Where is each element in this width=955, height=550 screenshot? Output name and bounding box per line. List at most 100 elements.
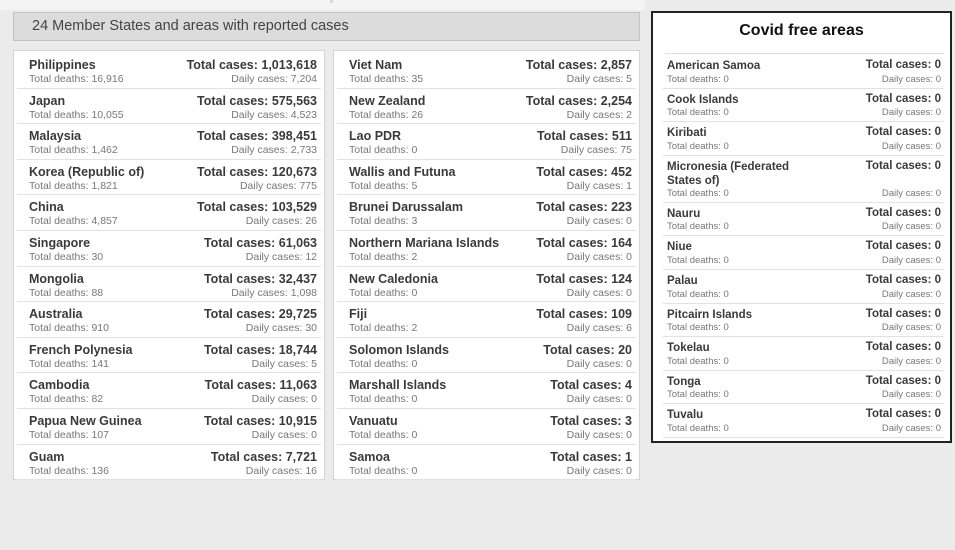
total-cases: Total cases: 124 [536,271,632,286]
total-deaths: Total deaths: 0 [667,187,729,199]
country-row[interactable]: Wallis and Futuna Total cases: 452 Total d… [337,160,636,196]
total-deaths: Total deaths: 0 [667,288,729,300]
covid-free-row[interactable]: Nauru Total cases: 0 Total deaths: 0 Daily … [663,203,944,237]
country-row[interactable]: Australia Total cases: 29,725 Total deaths… [17,302,321,338]
covid-free-row[interactable]: Kiribati Total cases: 0 Total deaths: 0 Dai… [663,122,944,156]
country-row[interactable]: Fiji Total cases: 109 Total deaths: 2 Daily… [337,302,636,338]
country-row[interactable]: China Total cases: 103,529 Total deaths: 4… [17,195,321,231]
country-name: Japan [29,93,66,108]
country-name: China [29,200,64,215]
covid-free-row[interactable]: American Samoa Total cases: 0 Total deaths… [663,55,944,89]
country-row[interactable]: Northern Mariana Islands Total cases: 164… [337,231,636,267]
total-deaths: Total deaths: 136 [29,464,109,477]
total-deaths: Total deaths: 0 [667,389,729,401]
country-name: Philippines [29,58,96,72]
total-cases: Total cases: 398,451 [197,129,317,144]
covid-free-row[interactable]: Cook Islands Total cases: 0 Total deaths: … [663,89,944,123]
country-name: Northern Mariana Islands [349,236,500,250]
total-cases: Total cases: 11,063 [204,378,317,393]
area-name: Nauru [667,207,701,220]
total-deaths: Total deaths: 0 [667,140,729,152]
country-name: Fiji [349,307,368,322]
country-row[interactable]: Korea (Republic of) Total cases: 120,673 T… [17,160,321,196]
area-name: American Samoa [667,60,761,72]
daily-cases: Daily cases: 0 [566,393,632,406]
daily-cases: Daily cases: 0 [566,286,632,299]
area-name: Tokelau [667,342,710,355]
total-deaths: Total deaths: 141 [29,357,109,370]
area-name: Micronesia (Federated States of) [667,160,790,187]
daily-cases: Daily cases: 0 [566,357,632,370]
country-row[interactable]: Lao PDR Total cases: 511 Total deaths: 0 Da… [337,124,636,160]
area-name: Tonga [667,375,701,388]
total-cases: Total cases: 2,857 [525,58,632,72]
covid-free-row[interactable]: Tonga Total cases: 0 Total deaths: 0 Daily … [663,371,944,405]
total-deaths: Total deaths: 5 [349,179,418,192]
country-row[interactable]: Philippines Total cases: 1,013,618 Total d… [17,53,321,89]
total-deaths: Total deaths: 0 [667,221,729,233]
country-name: Malaysia [29,129,82,144]
total-deaths: Total deaths: 0 [667,355,729,367]
reported-list-column-2[interactable]: Viet Nam Total cases: 2,857 Total deaths: … [333,50,640,481]
top-strip-divider [330,0,333,3]
total-cases: Total cases: 3 [550,414,632,428]
total-deaths: Total deaths: 4,857 [29,215,118,228]
country-row[interactable]: New Zealand Total cases: 2,254 Total death… [337,89,636,125]
country-row[interactable]: Vanuatu Total cases: 3 Total deaths: 0 Dail… [337,409,636,445]
country-row[interactable]: Singapore Total cases: 61,063 Total deaths… [17,231,321,267]
covid-free-row[interactable]: Niue Total cases: 0 Total deaths: 0 Daily c… [663,236,944,270]
total-deaths: Total deaths: 0 [667,254,729,266]
country-name: Brunei Darussalam [349,200,463,215]
total-deaths: Total deaths: 88 [29,286,104,299]
area-name: Cook Islands [667,93,739,106]
total-deaths: Total deaths: 0 [349,393,418,406]
area-name: Tuvalu [667,409,704,422]
daily-cases: Daily cases: 16 [245,464,317,477]
country-row[interactable]: French Polynesia Total cases: 18,744 Total… [17,338,321,374]
country-name: Viet Nam [349,58,403,72]
covid-free-row[interactable]: Palau Total cases: 0 Total deaths: 0 Daily … [663,270,944,304]
country-row[interactable]: Malaysia Total cases: 398,451 Total deaths… [17,124,321,160]
country-row[interactable]: Japan Total cases: 575,563 Total deaths: 1… [17,89,321,125]
country-row[interactable]: Solomon Islands Total cases: 20 Total deat… [337,338,636,374]
covid-free-row[interactable]: Pitcairn Islands Total cases: 0 Total deat… [663,304,944,338]
covid-free-row[interactable]: Micronesia (Federated States of) Total ca… [663,156,944,203]
total-cases: Total cases: 120,673 [197,164,317,179]
total-cases: Total cases: 0 [865,307,941,320]
total-cases: Total cases: 0 [865,240,941,253]
covid-free-panel: Covid free areas American Samoa Total cas… [651,11,952,443]
covid-free-row[interactable]: Tuvalu Total cases: 0 Total deaths: 0 Daily… [663,404,944,438]
country-row[interactable]: Papua New Guinea Total cases: 10,915 Total… [17,409,321,445]
country-row[interactable]: New Caledonia Total cases: 124 Total death… [337,267,636,303]
daily-cases: Daily cases: 0 [881,355,941,367]
daily-cases: Daily cases: 12 [245,251,317,263]
total-cases: Total cases: 0 [865,159,941,172]
country-row[interactable]: Samoa Total cases: 1 Total deaths: 0 Daily … [337,445,636,481]
area-name: Niue [667,241,692,254]
daily-cases: Daily cases: 75 [560,144,632,157]
total-deaths: Total deaths: 16,916 [29,73,124,85]
country-row[interactable]: Guam Total cases: 7,721 Total deaths: 136 D… [17,445,321,481]
total-cases: Total cases: 511 [537,129,632,144]
country-row[interactable]: Viet Nam Total cases: 2,857 Total deaths: … [337,53,636,89]
total-deaths: Total deaths: 1,821 [29,179,118,192]
daily-cases: Daily cases: 26 [245,215,317,228]
daily-cases: Daily cases: 0 [881,140,941,152]
country-row[interactable]: Cambodia Total cases: 11,063 Total deaths:… [17,373,321,409]
country-row[interactable]: Mongolia Total cases: 32,437 Total deaths:… [17,267,321,303]
daily-cases: Daily cases: 0 [881,187,941,199]
country-name: Marshall Islands [349,378,447,393]
daily-cases: Daily cases: 0 [881,389,941,401]
country-name: Cambodia [29,378,90,393]
total-cases: Total cases: 164 [536,236,632,250]
covid-free-row[interactable]: Tokelau Total cases: 0 Total deaths: 0 Dail… [663,337,944,371]
total-deaths: Total deaths: 0 [349,357,418,370]
daily-cases: Daily cases: 0 [881,422,941,434]
total-cases: Total cases: 20 [543,342,632,357]
country-row[interactable]: Brunei Darussalam Total cases: 223 Total d… [337,195,636,231]
daily-cases: Daily cases: 1 [566,179,632,192]
reported-list-column-1[interactable]: Philippines Total cases: 1,013,618 Total d… [13,50,325,481]
daily-cases: Daily cases: 0 [881,288,941,300]
country-row[interactable]: Marshall Islands Total cases: 4 Total deat… [337,373,636,409]
total-deaths: Total deaths: 107 [29,429,109,441]
